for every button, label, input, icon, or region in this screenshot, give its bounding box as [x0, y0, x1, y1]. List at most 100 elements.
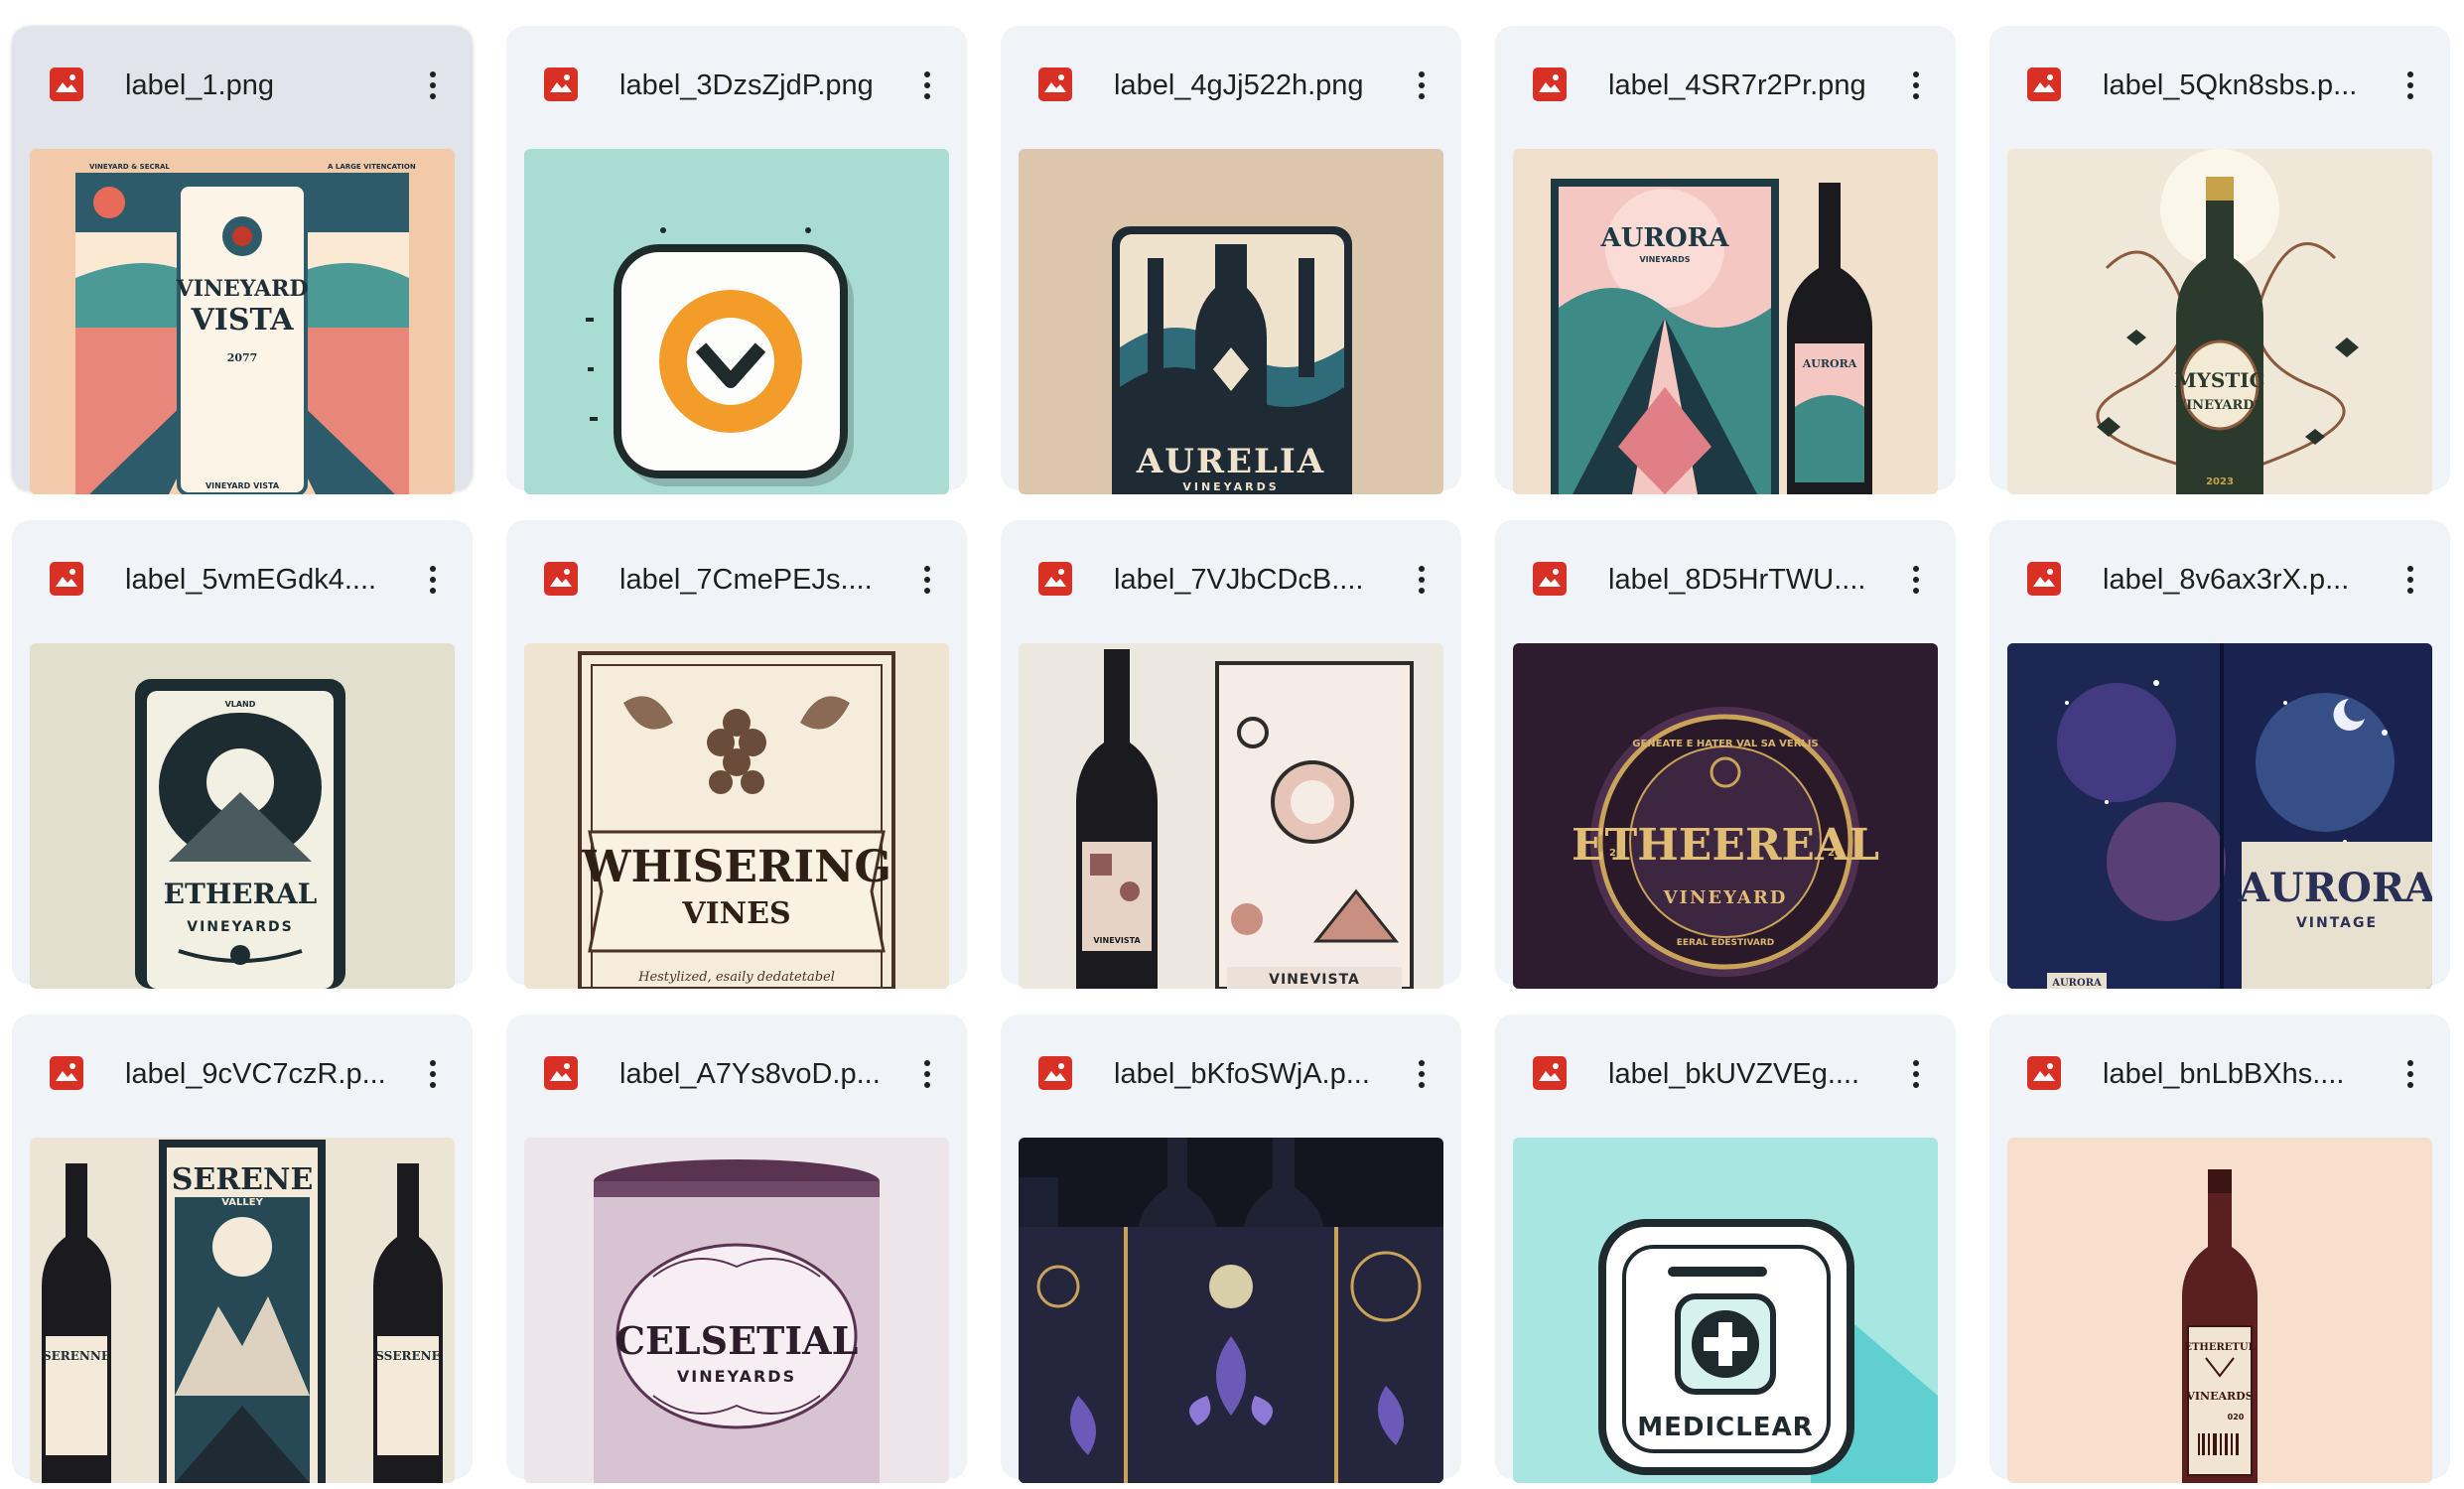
image-thumbnail[interactable] [524, 149, 949, 494]
image-thumbnail[interactable]: SERENE VALLEY SERENNE SSERENE [30, 1138, 455, 1483]
file-name: label_1.png [125, 69, 274, 101]
thumbnail-text: VINEYARDS [1639, 255, 1690, 264]
thumbnail-text: 2023 [2206, 476, 2234, 487]
image-thumbnail[interactable]: AURORA VINEYARDS AURORA [1513, 149, 1938, 494]
thumbnail-text: 20 [1609, 848, 1623, 859]
more-options-icon[interactable] [2391, 1054, 2430, 1094]
file-name: label_4SR7r2Pr.png [1608, 69, 1866, 101]
image-file-icon [50, 68, 83, 101]
image-file-icon [1038, 68, 1072, 101]
file-card[interactable]: label_4gJj522h.png AURELIA VINEYARDS [1001, 26, 1461, 494]
file-card[interactable]: label_bkUVZVEg.... MEDICLEAR [1495, 1015, 1956, 1483]
thumbnail-text: VINES [681, 896, 790, 931]
file-name: label_5Qkn8sbs.p... [2103, 69, 2358, 101]
thumbnail-text: VLAND [225, 700, 256, 709]
thumbnail-text: EERAL EDESTIVARD [1677, 938, 1775, 948]
file-name: label_bKfoSWjA.p... [1114, 1058, 1370, 1090]
file-card-header: label_7CmePEJs.... [506, 520, 967, 615]
more-options-icon[interactable] [1896, 1054, 1936, 1094]
thumbnail-text: VINEYARD [1663, 887, 1788, 908]
file-card-header: label_3DzsZjdP.png [506, 26, 967, 121]
file-card[interactable]: label_7VJbCDcB.... VINEVISTA VINEVISTA [1001, 520, 1461, 989]
thumbnail-text: 2077 [227, 351, 258, 364]
more-options-icon[interactable] [1402, 1054, 1441, 1094]
thumbnail-text: WHISERING [581, 842, 891, 892]
image-file-icon [50, 562, 83, 596]
file-card-header: label_bnLbBXhs.... [1989, 1015, 2450, 1110]
file-name: label_3DzsZjdP.png [619, 69, 874, 101]
thumbnail-text: VINEYARD & SECRAL [89, 163, 170, 171]
file-card[interactable]: label_4SR7r2Pr.png AURORA VINEYARDS AURO… [1495, 26, 1956, 494]
image-thumbnail[interactable]: WHISERING VINES Hestylized, esaily dedat… [524, 643, 949, 989]
thumbnail-text: MEDICLEAR [1637, 1413, 1813, 1442]
thumbnail-text: ETHEEREAL [1572, 820, 1879, 871]
file-card-header: label_7VJbCDcB.... [1001, 520, 1461, 615]
more-options-icon[interactable] [1896, 560, 1936, 600]
thumbnail-text: GENEATE E HATER VAL SA VERLIS [1632, 739, 1818, 749]
image-file-icon [2027, 562, 2061, 596]
file-card[interactable]: label_7CmePEJs.... WHISERING VINES Hesty… [506, 520, 967, 989]
image-thumbnail[interactable]: AURORA VINTAGE AURORA [2007, 643, 2432, 989]
image-thumbnail[interactable]: GENEATE E HATER VAL SA VERLIS ETHEEREAL … [1513, 643, 1938, 989]
file-card-header: label_8v6ax3rX.p... [1989, 520, 2450, 615]
file-card[interactable]: label_1.png VINEYARD VISTA 2077 VINEYARD… [12, 26, 473, 494]
thumbnail-text: VINEARDS [2185, 1390, 2253, 1403]
image-thumbnail[interactable]: AURELIA VINEYARDS [1019, 149, 1443, 494]
more-options-icon[interactable] [1896, 66, 1936, 105]
image-thumbnail[interactable]: MYSTIC VINEYARDS 2023 [2007, 149, 2432, 494]
image-file-icon [1533, 68, 1567, 101]
thumbnail-text: VINEVISTA [1093, 936, 1141, 945]
more-options-icon[interactable] [413, 66, 453, 105]
file-name: label_5vmEGdk4.... [125, 564, 377, 596]
thumbnail-text: SSERENE [375, 1349, 440, 1363]
more-options-icon[interactable] [2391, 560, 2430, 600]
image-thumbnail[interactable] [1019, 1138, 1443, 1483]
image-file-icon [1038, 562, 1072, 596]
thumbnail-text: 20 [1828, 848, 1842, 859]
file-card-header: label_5Qkn8sbs.p... [1989, 26, 2450, 121]
file-card[interactable]: label_5vmEGdk4.... VLAND ETHERAL VINEYAR… [12, 520, 473, 989]
file-name: label_8v6ax3rX.p... [2103, 564, 2350, 596]
file-card[interactable]: label_5Qkn8sbs.p... MYSTIC VINEYARDS 202… [1989, 26, 2450, 494]
file-card[interactable]: label_9cVC7czR.p... SERENE VALLEY SERENN… [12, 1015, 473, 1483]
more-options-icon[interactable] [413, 1054, 453, 1094]
thumbnail-text: VISTA [191, 303, 295, 338]
image-thumbnail[interactable]: VLAND ETHERAL VINEYARDS [30, 643, 455, 989]
image-thumbnail[interactable]: VINEYARD VISTA 2077 VINEYARD & SECRAL A … [30, 149, 455, 494]
image-thumbnail[interactable]: ETHERETUL VINEARDS 020 [2007, 1138, 2432, 1483]
file-name: label_8D5HrTWU.... [1608, 564, 1866, 596]
more-options-icon[interactable] [1402, 66, 1441, 105]
file-card[interactable]: label_8D5HrTWU.... GENEATE E HATER VAL S… [1495, 520, 1956, 989]
image-file-icon [1038, 1056, 1072, 1090]
file-grid: label_1.png VINEYARD VISTA 2077 VINEYARD… [0, 0, 2464, 1489]
more-options-icon[interactable] [2391, 66, 2430, 105]
thumbnail-text: VINEYARDS [187, 919, 293, 935]
thumbnail-text: AURELIA [1136, 442, 1325, 481]
file-card[interactable]: label_3DzsZjdP.png [506, 26, 967, 494]
file-name: label_7CmePEJs.... [619, 564, 873, 596]
thumbnail-text: SERENNE [43, 1349, 110, 1363]
thumbnail-text: VALLEY [221, 1197, 263, 1208]
thumbnail-text: VINEYARD [176, 276, 309, 302]
image-thumbnail[interactable]: MEDICLEAR [1513, 1138, 1938, 1483]
file-card-header: label_A7Ys8voD.p... [506, 1015, 967, 1110]
file-name: label_7VJbCDcB.... [1114, 564, 1364, 596]
more-options-icon[interactable] [907, 66, 947, 105]
file-name: label_bkUVZVEg.... [1608, 1058, 1860, 1090]
file-card-header: label_4SR7r2Pr.png [1495, 26, 1956, 121]
file-card[interactable]: label_bnLbBXhs.... ETHERETUL VINEARDS 02… [1989, 1015, 2450, 1483]
more-options-icon[interactable] [907, 560, 947, 600]
more-options-icon[interactable] [907, 1054, 947, 1094]
image-file-icon [2027, 68, 2061, 101]
image-thumbnail[interactable]: CELSETIAL VINEYARDS [524, 1138, 949, 1483]
file-card[interactable]: label_bKfoSWjA.p... [1001, 1015, 1461, 1483]
file-card[interactable]: label_8v6ax3rX.p... AURORA VINTAGE AUROR… [1989, 520, 2450, 989]
file-name: label_9cVC7czR.p... [125, 1058, 386, 1090]
more-options-icon[interactable] [413, 560, 453, 600]
thumbnail-text: MYSTIC [2174, 368, 2264, 392]
more-options-icon[interactable] [1402, 560, 1441, 600]
file-card[interactable]: label_A7Ys8voD.p... CELSETIAL VINEYARDS [506, 1015, 967, 1483]
image-file-icon [544, 562, 578, 596]
image-file-icon [544, 68, 578, 101]
image-thumbnail[interactable]: VINEVISTA VINEVISTA [1019, 643, 1443, 989]
